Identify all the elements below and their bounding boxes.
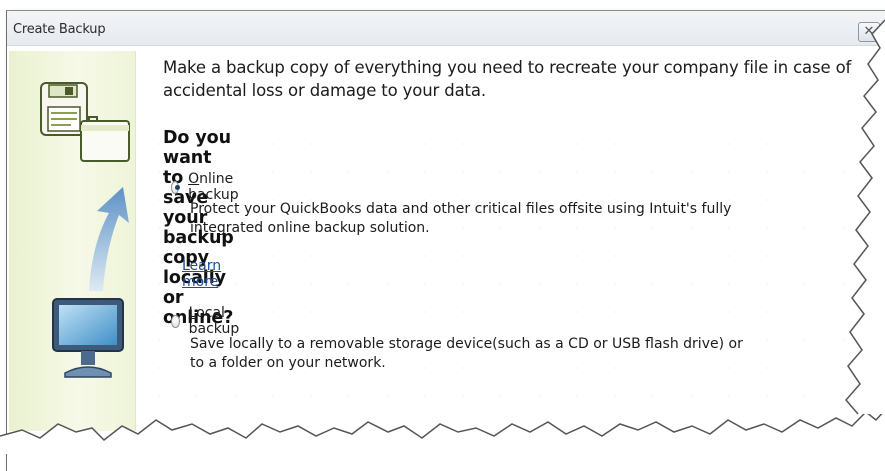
close-button[interactable]: ✕ bbox=[858, 22, 880, 42]
intro-text: Make a backup copy of everything you nee… bbox=[163, 58, 852, 100]
save-to-folder-icon bbox=[40, 82, 130, 162]
local-backup-option[interactable]: Local backup bbox=[171, 305, 244, 337]
local-backup-radio[interactable] bbox=[171, 314, 180, 328]
background-texture bbox=[140, 130, 870, 420]
online-backup-label[interactable]: Online backup bbox=[188, 171, 244, 203]
title-bar[interactable]: Create Backup ✕ bbox=[7, 11, 885, 46]
monitor-icon bbox=[52, 298, 124, 378]
dialog-title: Create Backup bbox=[13, 22, 106, 37]
online-backup-radio[interactable] bbox=[171, 180, 181, 194]
local-backup-description: Save locally to a removable storage devi… bbox=[190, 336, 743, 371]
close-icon: ✕ bbox=[863, 24, 875, 39]
learn-more-link[interactable]: Learn more bbox=[182, 258, 221, 290]
local-backup-label[interactable]: Local backup bbox=[189, 305, 244, 337]
upload-arrow-icon bbox=[89, 187, 129, 291]
sidebar-illustration bbox=[9, 51, 136, 431]
online-backup-description: Protect your QuickBooks data and other c… bbox=[190, 201, 732, 236]
online-backup-option[interactable]: Online backup bbox=[171, 171, 244, 203]
